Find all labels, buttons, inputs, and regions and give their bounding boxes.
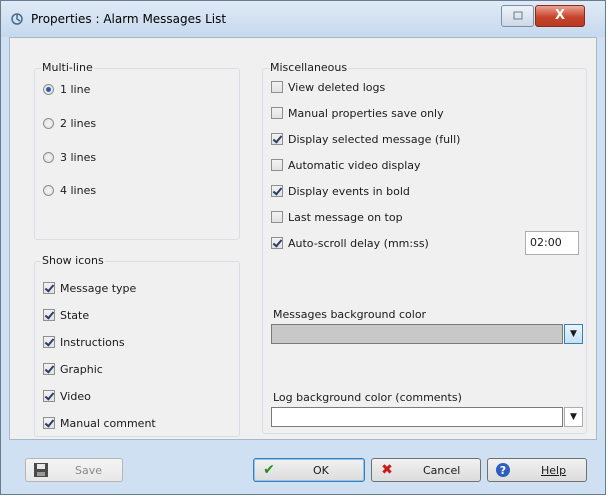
- restore-button[interactable]: [501, 5, 534, 27]
- log-bg-label: Log background color (comments): [273, 391, 462, 404]
- multiline-group: Multi-line 1 line 2 lines 3 lines 4 line…: [34, 61, 240, 240]
- radio-3-lines[interactable]: 3 lines: [43, 149, 96, 165]
- checkbox-label: Display events in bold: [288, 184, 410, 198]
- checkbox[interactable]: [43, 309, 55, 321]
- radio-4-lines[interactable]: 4 lines: [43, 182, 96, 198]
- cancel-label: Cancel: [423, 464, 461, 477]
- check-message-type[interactable]: Message type: [43, 280, 136, 296]
- x-icon: ✖: [381, 462, 393, 478]
- checkbox-label: View deleted logs: [288, 80, 386, 94]
- checkbox-label: Instructions: [60, 335, 125, 349]
- show-icons-group-title: Show icons: [41, 254, 105, 267]
- msg-bg-color-select[interactable]: ▼: [271, 324, 583, 344]
- close-icon: X: [554, 8, 566, 23]
- checkbox[interactable]: [43, 390, 55, 402]
- checkbox[interactable]: [43, 336, 55, 348]
- checkbox-label: Display selected message (full): [288, 132, 461, 146]
- multiline-group-title: Multi-line: [41, 61, 94, 74]
- save-button[interactable]: Save: [25, 458, 123, 482]
- chevron-down-icon[interactable]: ▼: [564, 407, 583, 427]
- radio-button[interactable]: [43, 184, 54, 196]
- ok-button[interactable]: ✔ OK: [253, 458, 365, 482]
- checkbox-label: Graphic: [60, 362, 103, 376]
- radio-button[interactable]: [43, 83, 54, 95]
- checkbox-label: Message type: [60, 281, 137, 295]
- check-graphic[interactable]: Graphic: [43, 361, 103, 377]
- check-last-on-top[interactable]: Last message on top: [271, 209, 403, 225]
- misc-group-title: Miscellaneous: [269, 61, 349, 74]
- title-bar[interactable]: Properties : Alarm Messages List X: [1, 1, 605, 37]
- radio-1-line[interactable]: 1 line: [43, 81, 90, 97]
- ok-label: OK: [313, 464, 329, 477]
- check-auto-scroll[interactable]: Auto-scroll delay (mm:ss): [271, 235, 429, 251]
- check-view-deleted-logs[interactable]: View deleted logs: [271, 79, 385, 95]
- autoscroll-delay-value: 02:00: [530, 236, 562, 249]
- log-bg-color-swatch[interactable]: [271, 407, 563, 427]
- checkbox[interactable]: [271, 81, 283, 93]
- check-video[interactable]: Video: [43, 388, 91, 404]
- checkbox[interactable]: [43, 417, 55, 429]
- checkbox[interactable]: [271, 107, 283, 119]
- restore-icon: [513, 11, 523, 20]
- radio-label: 1 line: [60, 82, 91, 96]
- checkbox[interactable]: [271, 237, 283, 249]
- properties-window: Properties : Alarm Messages List X Multi…: [0, 0, 606, 495]
- checkbox[interactable]: [271, 185, 283, 197]
- checkbox[interactable]: [43, 282, 55, 294]
- msg-bg-color-swatch[interactable]: [271, 324, 563, 344]
- check-display-selected[interactable]: Display selected message (full): [271, 131, 460, 147]
- cancel-button[interactable]: ✖ Cancel: [371, 458, 481, 482]
- radio-label: 3 lines: [60, 150, 97, 164]
- checkbox-label: Last message on top: [288, 210, 403, 224]
- check-icon: ✔: [263, 462, 275, 478]
- checkbox[interactable]: [271, 159, 283, 171]
- checkbox-label: Automatic video display: [288, 158, 421, 172]
- check-manual-save[interactable]: Manual properties save only: [271, 105, 444, 121]
- msg-bg-label: Messages background color: [273, 308, 427, 321]
- question-icon: ?: [494, 462, 512, 478]
- dialog-client-area: Multi-line 1 line 2 lines 3 lines 4 line…: [9, 37, 597, 440]
- help-button[interactable]: ? Help: [487, 458, 587, 482]
- save-label: Save: [75, 464, 103, 477]
- misc-group: Miscellaneous View deleted logs Manual p…: [262, 61, 587, 434]
- floppy-disk-icon: [34, 463, 48, 477]
- checkbox-label: Auto-scroll delay (mm:ss): [288, 236, 429, 250]
- check-state[interactable]: State: [43, 307, 89, 323]
- checkbox[interactable]: [43, 363, 55, 375]
- autoscroll-delay-input[interactable]: 02:00: [525, 231, 579, 255]
- checkbox[interactable]: [271, 133, 283, 145]
- window-title: Properties : Alarm Messages List: [31, 12, 227, 26]
- checkbox-label: Manual comment: [60, 416, 156, 430]
- button-bar: Save ✔ OK ✖ Cancel ? Help: [9, 446, 597, 488]
- show-icons-group: Show icons Message type State Instructio…: [34, 254, 240, 437]
- log-bg-color-select[interactable]: ▼: [271, 407, 583, 427]
- checkbox-label: State: [60, 308, 90, 322]
- chevron-down-icon[interactable]: ▼: [564, 324, 583, 344]
- radio-button[interactable]: [43, 151, 54, 163]
- radio-button[interactable]: [43, 117, 54, 129]
- check-events-bold[interactable]: Display events in bold: [271, 183, 410, 199]
- close-button[interactable]: X: [535, 5, 585, 27]
- check-auto-video[interactable]: Automatic video display: [271, 157, 421, 173]
- radio-label: 4 lines: [60, 183, 97, 197]
- app-icon: [11, 13, 23, 25]
- checkbox[interactable]: [271, 211, 283, 223]
- radio-2-lines[interactable]: 2 lines: [43, 115, 96, 131]
- checkbox-label: Video: [60, 389, 91, 403]
- radio-label: 2 lines: [60, 116, 97, 130]
- check-instructions[interactable]: Instructions: [43, 334, 125, 350]
- svg-text:?: ?: [500, 464, 506, 477]
- check-manual-comment[interactable]: Manual comment: [43, 415, 156, 431]
- help-label: Help: [541, 464, 567, 477]
- checkbox-label: Manual properties save only: [288, 106, 444, 120]
